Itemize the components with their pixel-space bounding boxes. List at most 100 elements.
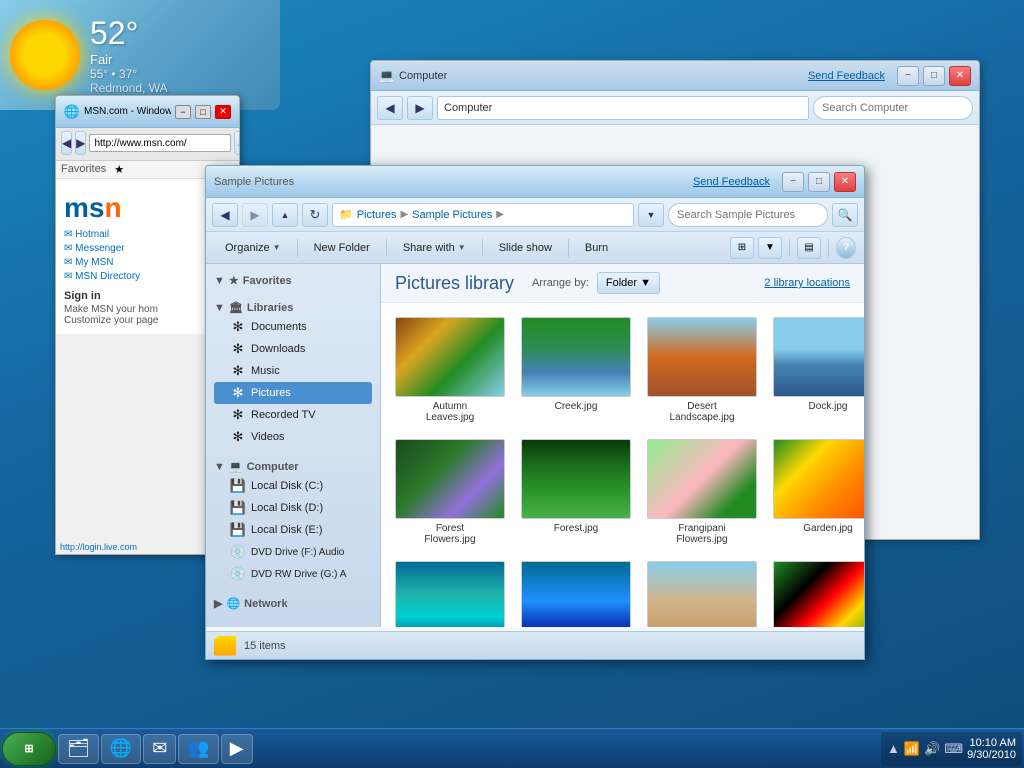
tray-keyboard-icon[interactable]: ⌨ (944, 741, 963, 757)
tray-volume-icon[interactable]: 🔊 (924, 741, 940, 757)
music-icon: ✻ (230, 363, 246, 379)
photo-item-garden[interactable]: Garden.jpg (769, 435, 864, 549)
photo-thumbnail-creek (521, 317, 631, 397)
library-locations-link[interactable]: 2 library locations (764, 277, 850, 289)
computer-forward-button[interactable]: ▶ (407, 96, 433, 120)
sidebar-item-local-disk-d[interactable]: 💾 Local Disk (D:) (214, 497, 372, 519)
photo-item-dock[interactable]: Dock.jpg (769, 313, 864, 427)
photo-item-toco-toucan[interactable]: Toco Toucan.jpg (769, 557, 864, 627)
network-header[interactable]: ▶ 🌐 Network (214, 593, 372, 612)
photo-item-green-sea[interactable]: Green Sea (391, 557, 509, 627)
photo-item-forest-flowers[interactable]: ForestFlowers.jpg (391, 435, 509, 549)
arrange-by-button[interactable]: Folder ▼ (597, 272, 660, 294)
photo-item-humpback[interactable]: Humpback (517, 557, 635, 627)
pictures-icon: ✻ (230, 385, 246, 401)
pictures-minimize-button[interactable]: − (782, 172, 804, 192)
toolbar-separator-5 (789, 239, 790, 257)
pictures-browse-button[interactable]: ▼ (638, 203, 664, 227)
favorites-header[interactable]: ▼ ★ Favorites (214, 270, 372, 289)
ie-add-favorites[interactable]: ★ (114, 163, 124, 176)
ie-maximize-button[interactable]: □ (195, 105, 211, 119)
ie-address-input[interactable] (89, 134, 231, 152)
slide-show-button[interactable]: Slide show (488, 236, 563, 260)
view-dropdown-button[interactable]: ▼ (758, 237, 782, 259)
ie-forward-button[interactable]: ▶ (75, 131, 86, 155)
sidebar-item-documents[interactable]: ✻ Documents (214, 316, 372, 338)
local-disk-e-label: Local Disk (E:) (251, 524, 323, 536)
pictures-maximize-button[interactable]: □ (808, 172, 830, 192)
pictures-forward-button[interactable]: ▶ (242, 203, 268, 227)
pictures-path-sample[interactable]: Sample Pictures (412, 209, 492, 221)
preview-pane-button[interactable]: ▤ (797, 237, 821, 259)
photo-item-forest[interactable]: Forest.jpg (517, 435, 635, 549)
computer-close-button[interactable]: ✕ (949, 66, 971, 86)
photo-thumbnail-forest-flowers (395, 439, 505, 519)
pictures-search-input[interactable] (668, 203, 828, 227)
photo-item-autumn-leaves[interactable]: AutumnLeaves.jpg (391, 313, 509, 427)
help-button[interactable]: ? (836, 237, 856, 259)
organize-button[interactable]: Organize ▼ (214, 236, 292, 260)
photo-label-desert: DesertLandscape.jpg (669, 401, 734, 423)
computer-back-button[interactable]: ◀ (377, 96, 403, 120)
photo-label-creek: Creek.jpg (555, 401, 598, 412)
computer-address-bar[interactable]: Computer (437, 96, 809, 120)
photo-item-creek[interactable]: Creek.jpg (517, 313, 635, 427)
ie-go-button[interactable]: → (234, 131, 240, 155)
sidebar-item-music[interactable]: ✻ Music (214, 360, 372, 382)
sidebar-item-dvd-drive-f[interactable]: 💿 DVD Drive (F:) Audio (214, 541, 372, 563)
pictures-up-button[interactable]: ▲ (272, 203, 298, 227)
computer-send-feedback[interactable]: Send Feedback (808, 70, 885, 82)
new-folder-button[interactable]: New Folder (303, 236, 381, 260)
sidebar-item-local-disk-e[interactable]: 💾 Local Disk (E:) (214, 519, 372, 541)
photo-item-desert[interactable]: DesertLandscape.jpg (643, 313, 761, 427)
pictures-refresh-button[interactable]: ↻ (302, 203, 328, 227)
pictures-address-bar[interactable]: 📁 Pictures ▶ Sample Pictures ▶ (332, 203, 634, 227)
sidebar-item-dvd-rw-g[interactable]: 💿 DVD RW Drive (G:) A (214, 563, 372, 585)
disk-d-icon: 💾 (230, 500, 246, 516)
videos-icon: ✻ (230, 429, 246, 445)
computer-maximize-button[interactable]: □ (923, 66, 945, 86)
network-nav-icon: 🌐 (226, 597, 240, 610)
taskbar-item-ie[interactable]: 🌐 (101, 734, 141, 764)
libraries-header[interactable]: ▼ 🏛 Libraries (214, 297, 372, 316)
network-label: Network (244, 598, 287, 610)
favorites-section: ▼ ★ Favorites (206, 264, 380, 291)
ie-close-button[interactable]: ✕ (215, 105, 231, 119)
tray-network-icon[interactable]: 📶 (904, 741, 920, 757)
sidebar-item-recorded-tv[interactable]: ✻ Recorded TV (214, 404, 372, 426)
computer-header[interactable]: ▼ 💻 Computer (214, 456, 372, 475)
taskbar-item-media[interactable]: ▶ (221, 734, 253, 764)
sidebar-item-pictures[interactable]: ✻ Pictures (214, 382, 372, 404)
photo-item-oryx[interactable]: Oryx (643, 557, 761, 627)
burn-button[interactable]: Burn (574, 236, 619, 260)
tray-arrow-icon[interactable]: ▲ (887, 741, 900, 756)
pictures-send-feedback[interactable]: Send Feedback (693, 176, 770, 188)
pictures-search-button[interactable]: 🔍 (832, 203, 858, 227)
ie-back-button[interactable]: ◀ (61, 131, 72, 155)
music-label: Music (251, 365, 280, 377)
photo-item-frangipani[interactable]: FrangipaniFlowers.jpg (643, 435, 761, 549)
computer-minimize-button[interactable]: − (897, 66, 919, 86)
pictures-back-button[interactable]: ◀ (212, 203, 238, 227)
sidebar-item-videos[interactable]: ✻ Videos (214, 426, 372, 448)
pictures-close-button[interactable]: ✕ (834, 172, 856, 192)
arrange-by-label: Arrange by: (532, 277, 589, 289)
ie-favorites-label[interactable]: Favorites (61, 163, 106, 176)
sidebar-item-downloads[interactable]: ✻ Downloads (214, 338, 372, 360)
locations-count: 2 (764, 277, 770, 289)
pictures-path-pictures[interactable]: Pictures (357, 209, 397, 221)
sidebar-item-local-disk-c[interactable]: 💾 Local Disk (C:) (214, 475, 372, 497)
taskbar-item-people[interactable]: 👥 (178, 734, 218, 764)
share-with-button[interactable]: Share with ▼ (392, 236, 477, 260)
favorites-chevron: ▼ (214, 275, 225, 287)
photo-grid: AutumnLeaves.jpg Creek.jpg DesertLandsca… (381, 303, 864, 627)
ie-minimize-button[interactable]: − (175, 105, 191, 119)
photo-label-autumn: AutumnLeaves.jpg (426, 401, 474, 423)
start-button[interactable]: ⊞ (2, 732, 56, 766)
photo-thumbnail-frangipani (647, 439, 757, 519)
taskbar-item-mail[interactable]: ✉ (143, 734, 176, 764)
view-large-icons-button[interactable]: ⊞ (730, 237, 754, 259)
taskbar-item-explorer[interactable]: 🗂 (58, 734, 99, 764)
photo-label-forest: Forest.jpg (554, 523, 598, 534)
computer-search-input[interactable] (813, 96, 973, 120)
